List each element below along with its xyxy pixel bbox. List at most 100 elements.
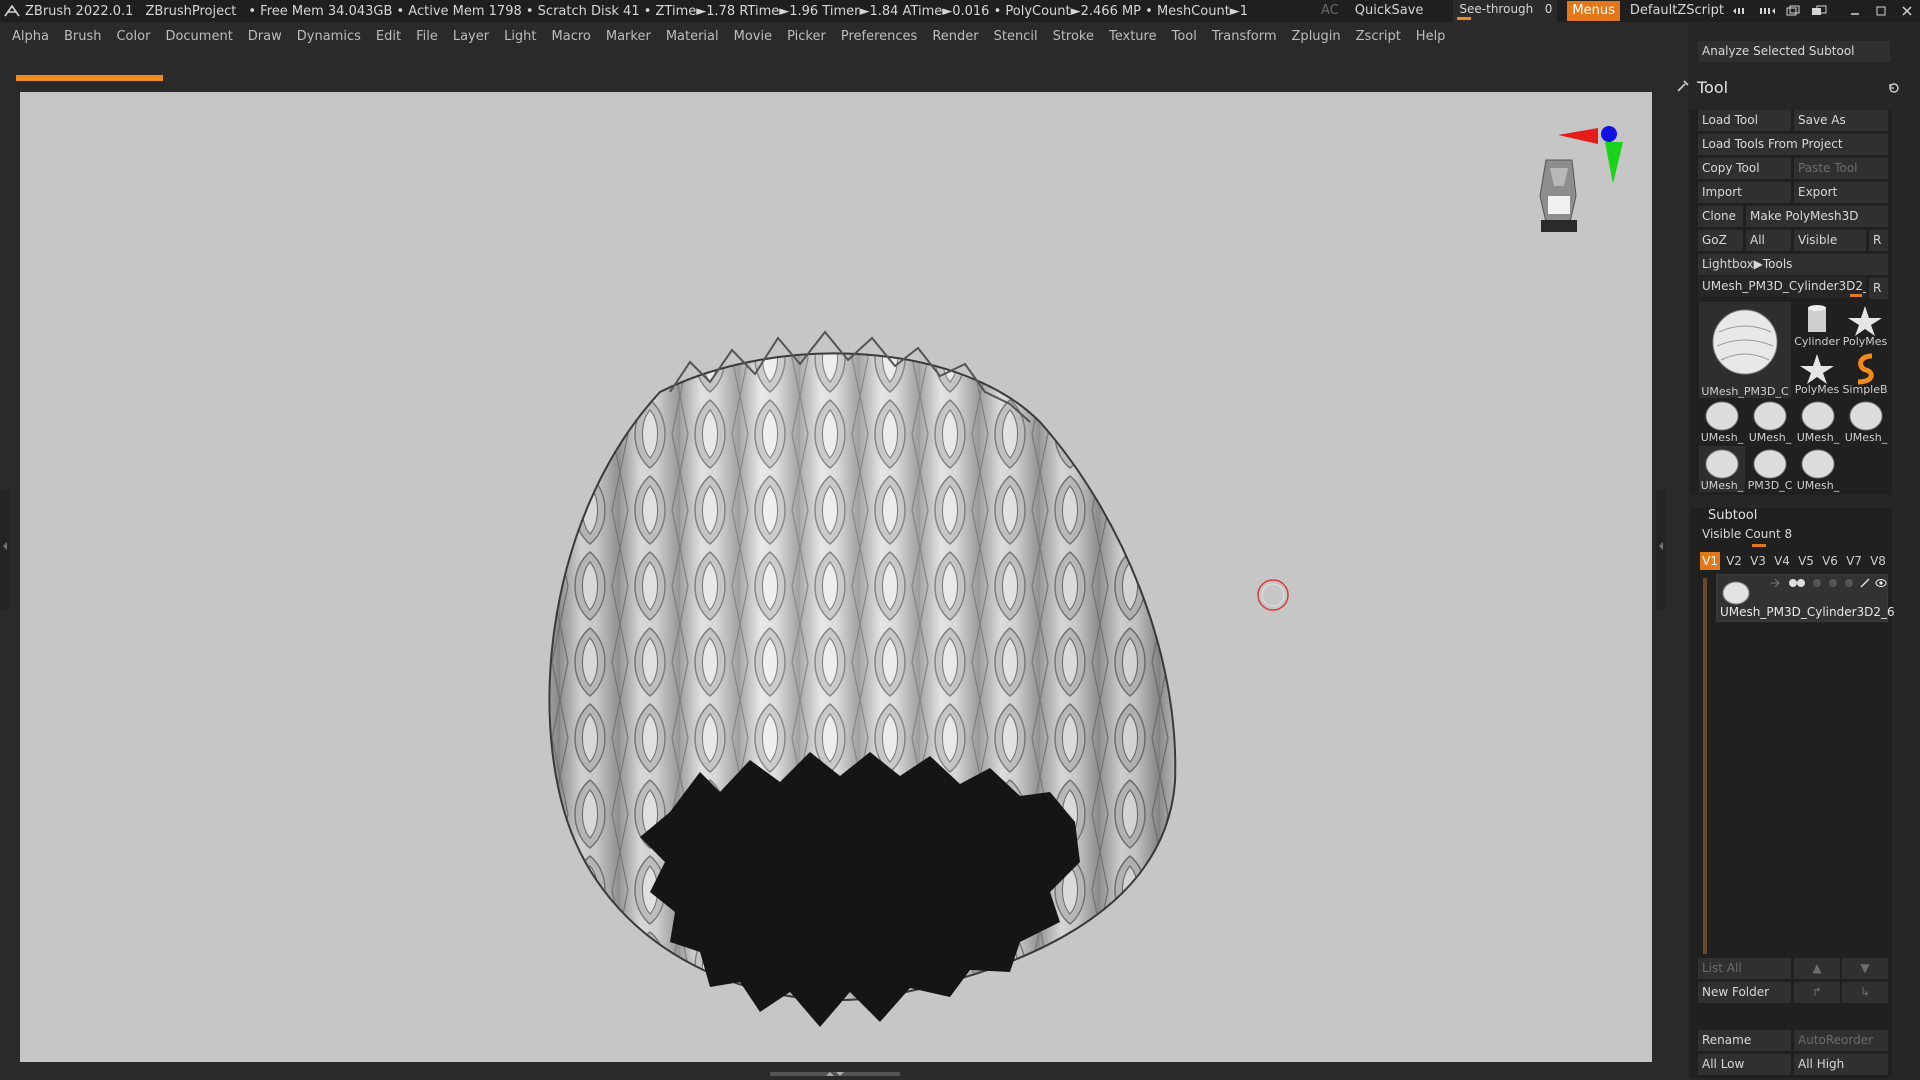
goz-visible-button[interactable]: Visible xyxy=(1794,230,1866,251)
right-tray-handle[interactable] xyxy=(1656,490,1666,610)
copy-tool-button[interactable]: Copy Tool xyxy=(1698,158,1791,179)
menu-color[interactable]: Color xyxy=(116,29,150,44)
windows-icon[interactable] xyxy=(1806,0,1832,22)
thumb-polymesh-2[interactable]: PolyMes xyxy=(1794,350,1840,396)
save-as-button[interactable]: Save As xyxy=(1794,110,1888,131)
subtool-list-scrollbar[interactable] xyxy=(1703,578,1707,954)
menu-material[interactable]: Material xyxy=(666,29,719,44)
visibility-set-v4[interactable]: V4 xyxy=(1772,552,1792,570)
all-high-button[interactable]: All High xyxy=(1794,1054,1888,1075)
rename-button[interactable]: Rename xyxy=(1698,1030,1791,1051)
visible-count-slider[interactable]: Visible Count 8 xyxy=(1702,527,1792,541)
menu-help[interactable]: Help xyxy=(1416,29,1446,44)
menu-dynamics[interactable]: Dynamics xyxy=(297,29,361,44)
all-low-button[interactable]: All Low xyxy=(1698,1054,1791,1075)
visibility-set-v2[interactable]: V2 xyxy=(1724,552,1744,570)
thumb-simpleb[interactable]: SimpleB xyxy=(1842,350,1888,396)
thumb-umesh-1[interactable]: UMesh_ xyxy=(1699,398,1745,444)
menus-toggle-button[interactable]: Menus xyxy=(1567,1,1620,21)
menu-tool[interactable]: Tool xyxy=(1172,29,1197,44)
thumb-cylinder[interactable]: Cylinder xyxy=(1794,302,1840,348)
subtool-header[interactable]: Subtool xyxy=(1708,508,1757,523)
left-tray-handle[interactable] xyxy=(0,490,10,610)
subtool-toggles-icon[interactable] xyxy=(1769,577,1887,589)
thumb-umesh-5[interactable]: UMesh_ xyxy=(1699,446,1745,492)
menu-texture[interactable]: Texture xyxy=(1109,29,1157,44)
paste-tool-button[interactable]: Paste Tool xyxy=(1794,158,1888,179)
menu-light[interactable]: Light xyxy=(504,29,536,44)
thumb-polymesh-1[interactable]: PolyMes xyxy=(1842,302,1888,348)
thumb-umesh-6[interactable]: UMesh_ xyxy=(1795,446,1841,492)
menu-marker[interactable]: Marker xyxy=(606,29,651,44)
layout-icon[interactable] xyxy=(1728,0,1754,22)
load-tool-button[interactable]: Load Tool xyxy=(1698,110,1791,131)
reset-icon[interactable] xyxy=(1888,82,1900,98)
menu-picker[interactable]: Picker xyxy=(787,29,826,44)
current-tool-r-button[interactable]: R xyxy=(1869,278,1888,299)
visibility-set-v8[interactable]: V8 xyxy=(1868,552,1888,570)
lightbox-tools-button[interactable]: Lightbox▶Tools xyxy=(1698,254,1888,275)
menu-draw[interactable]: Draw xyxy=(248,29,282,44)
thumb-umesh-2[interactable]: UMesh_ xyxy=(1747,398,1793,444)
import-button[interactable]: Import xyxy=(1698,182,1791,203)
tool-palette-icon[interactable] xyxy=(1676,79,1690,97)
menu-file[interactable]: File xyxy=(416,29,438,44)
menu-transform[interactable]: Transform xyxy=(1212,29,1277,44)
menu-preferences[interactable]: Preferences xyxy=(841,29,917,44)
menu-stroke[interactable]: Stroke xyxy=(1053,29,1094,44)
folder-move-down-button[interactable]: ↳ xyxy=(1842,982,1888,1003)
quicksave-button[interactable]: QuickSave xyxy=(1347,0,1432,22)
visibility-set-v5[interactable]: V5 xyxy=(1796,552,1816,570)
thumb-umesh-4[interactable]: UMesh_ xyxy=(1843,398,1889,444)
thumb-pm3d[interactable]: PM3D_C xyxy=(1747,446,1793,492)
menu-render[interactable]: Render xyxy=(932,29,978,44)
list-all-button[interactable]: List All xyxy=(1698,958,1791,979)
ac-button[interactable]: AC xyxy=(1313,0,1347,22)
navigation-head-icon[interactable] xyxy=(1539,159,1577,232)
current-tool-slider[interactable]: UMesh_PM3D_Cylinder3D2_6 xyxy=(1698,276,1866,297)
subtool-item[interactable]: UMesh_PM3D_Cylinder3D2_6 xyxy=(1716,574,1895,622)
palette-icon[interactable] xyxy=(1754,0,1780,22)
menu-stencil[interactable]: Stencil xyxy=(994,29,1038,44)
goz-all-button[interactable]: All xyxy=(1746,230,1791,251)
goz-button[interactable]: GoZ xyxy=(1698,230,1743,251)
minimize-icon[interactable] xyxy=(1842,0,1868,22)
visibility-set-v7[interactable]: V7 xyxy=(1844,552,1864,570)
analyze-subtool-button[interactable]: Analyze Selected Subtool xyxy=(1698,41,1890,62)
default-zscript-button[interactable]: DefaultZScript xyxy=(1626,0,1728,22)
close-icon[interactable] xyxy=(1894,0,1920,22)
document-canvas[interactable] xyxy=(20,92,1652,1062)
menu-layer[interactable]: Layer xyxy=(453,29,489,44)
menu-document[interactable]: Document xyxy=(165,29,232,44)
goz-r-button[interactable]: R xyxy=(1869,230,1888,251)
move-down-button[interactable]: ▼ xyxy=(1842,958,1888,979)
swap-icon[interactable] xyxy=(1780,0,1806,22)
thumb-umesh-3[interactable]: UMesh_ xyxy=(1795,398,1841,444)
visibility-set-v1[interactable]: V1 xyxy=(1700,552,1720,570)
see-through-value: 0 xyxy=(1544,2,1553,16)
menu-alpha[interactable]: Alpha xyxy=(12,29,49,44)
visibility-set-v3[interactable]: V3 xyxy=(1748,552,1768,570)
folder-move-up-button[interactable]: ↱ xyxy=(1794,982,1840,1003)
menu-zscript[interactable]: Zscript xyxy=(1356,29,1401,44)
project-name[interactable]: ZBrushProject xyxy=(145,4,236,19)
export-button[interactable]: Export xyxy=(1794,182,1888,203)
visibility-set-v6[interactable]: V6 xyxy=(1820,552,1840,570)
thumb-polymesh-1-label: PolyMes xyxy=(1842,335,1888,348)
bottom-tray-handle[interactable] xyxy=(770,1068,900,1078)
menu-macro[interactable]: Macro xyxy=(552,29,591,44)
make-polymesh3d-button[interactable]: Make PolyMesh3D xyxy=(1746,206,1888,227)
menu-brush[interactable]: Brush xyxy=(64,29,102,44)
see-through-slider[interactable]: See-through 0 xyxy=(1453,0,1558,22)
new-folder-button[interactable]: New Folder xyxy=(1698,982,1791,1003)
maximize-icon[interactable] xyxy=(1868,0,1894,22)
tool-palette-title[interactable]: Tool xyxy=(1697,78,1728,97)
menu-zplugin[interactable]: Zplugin xyxy=(1292,29,1341,44)
menu-movie[interactable]: Movie xyxy=(734,29,772,44)
clone-button[interactable]: Clone xyxy=(1698,206,1743,227)
menu-edit[interactable]: Edit xyxy=(376,29,401,44)
load-tools-from-project-button[interactable]: Load Tools From Project xyxy=(1698,134,1888,155)
move-up-button[interactable]: ▲ xyxy=(1794,958,1840,979)
thumb-main-tool[interactable]: UMesh_PM3D_C xyxy=(1699,302,1791,398)
autoreorder-button[interactable]: AutoReorder xyxy=(1794,1030,1888,1051)
